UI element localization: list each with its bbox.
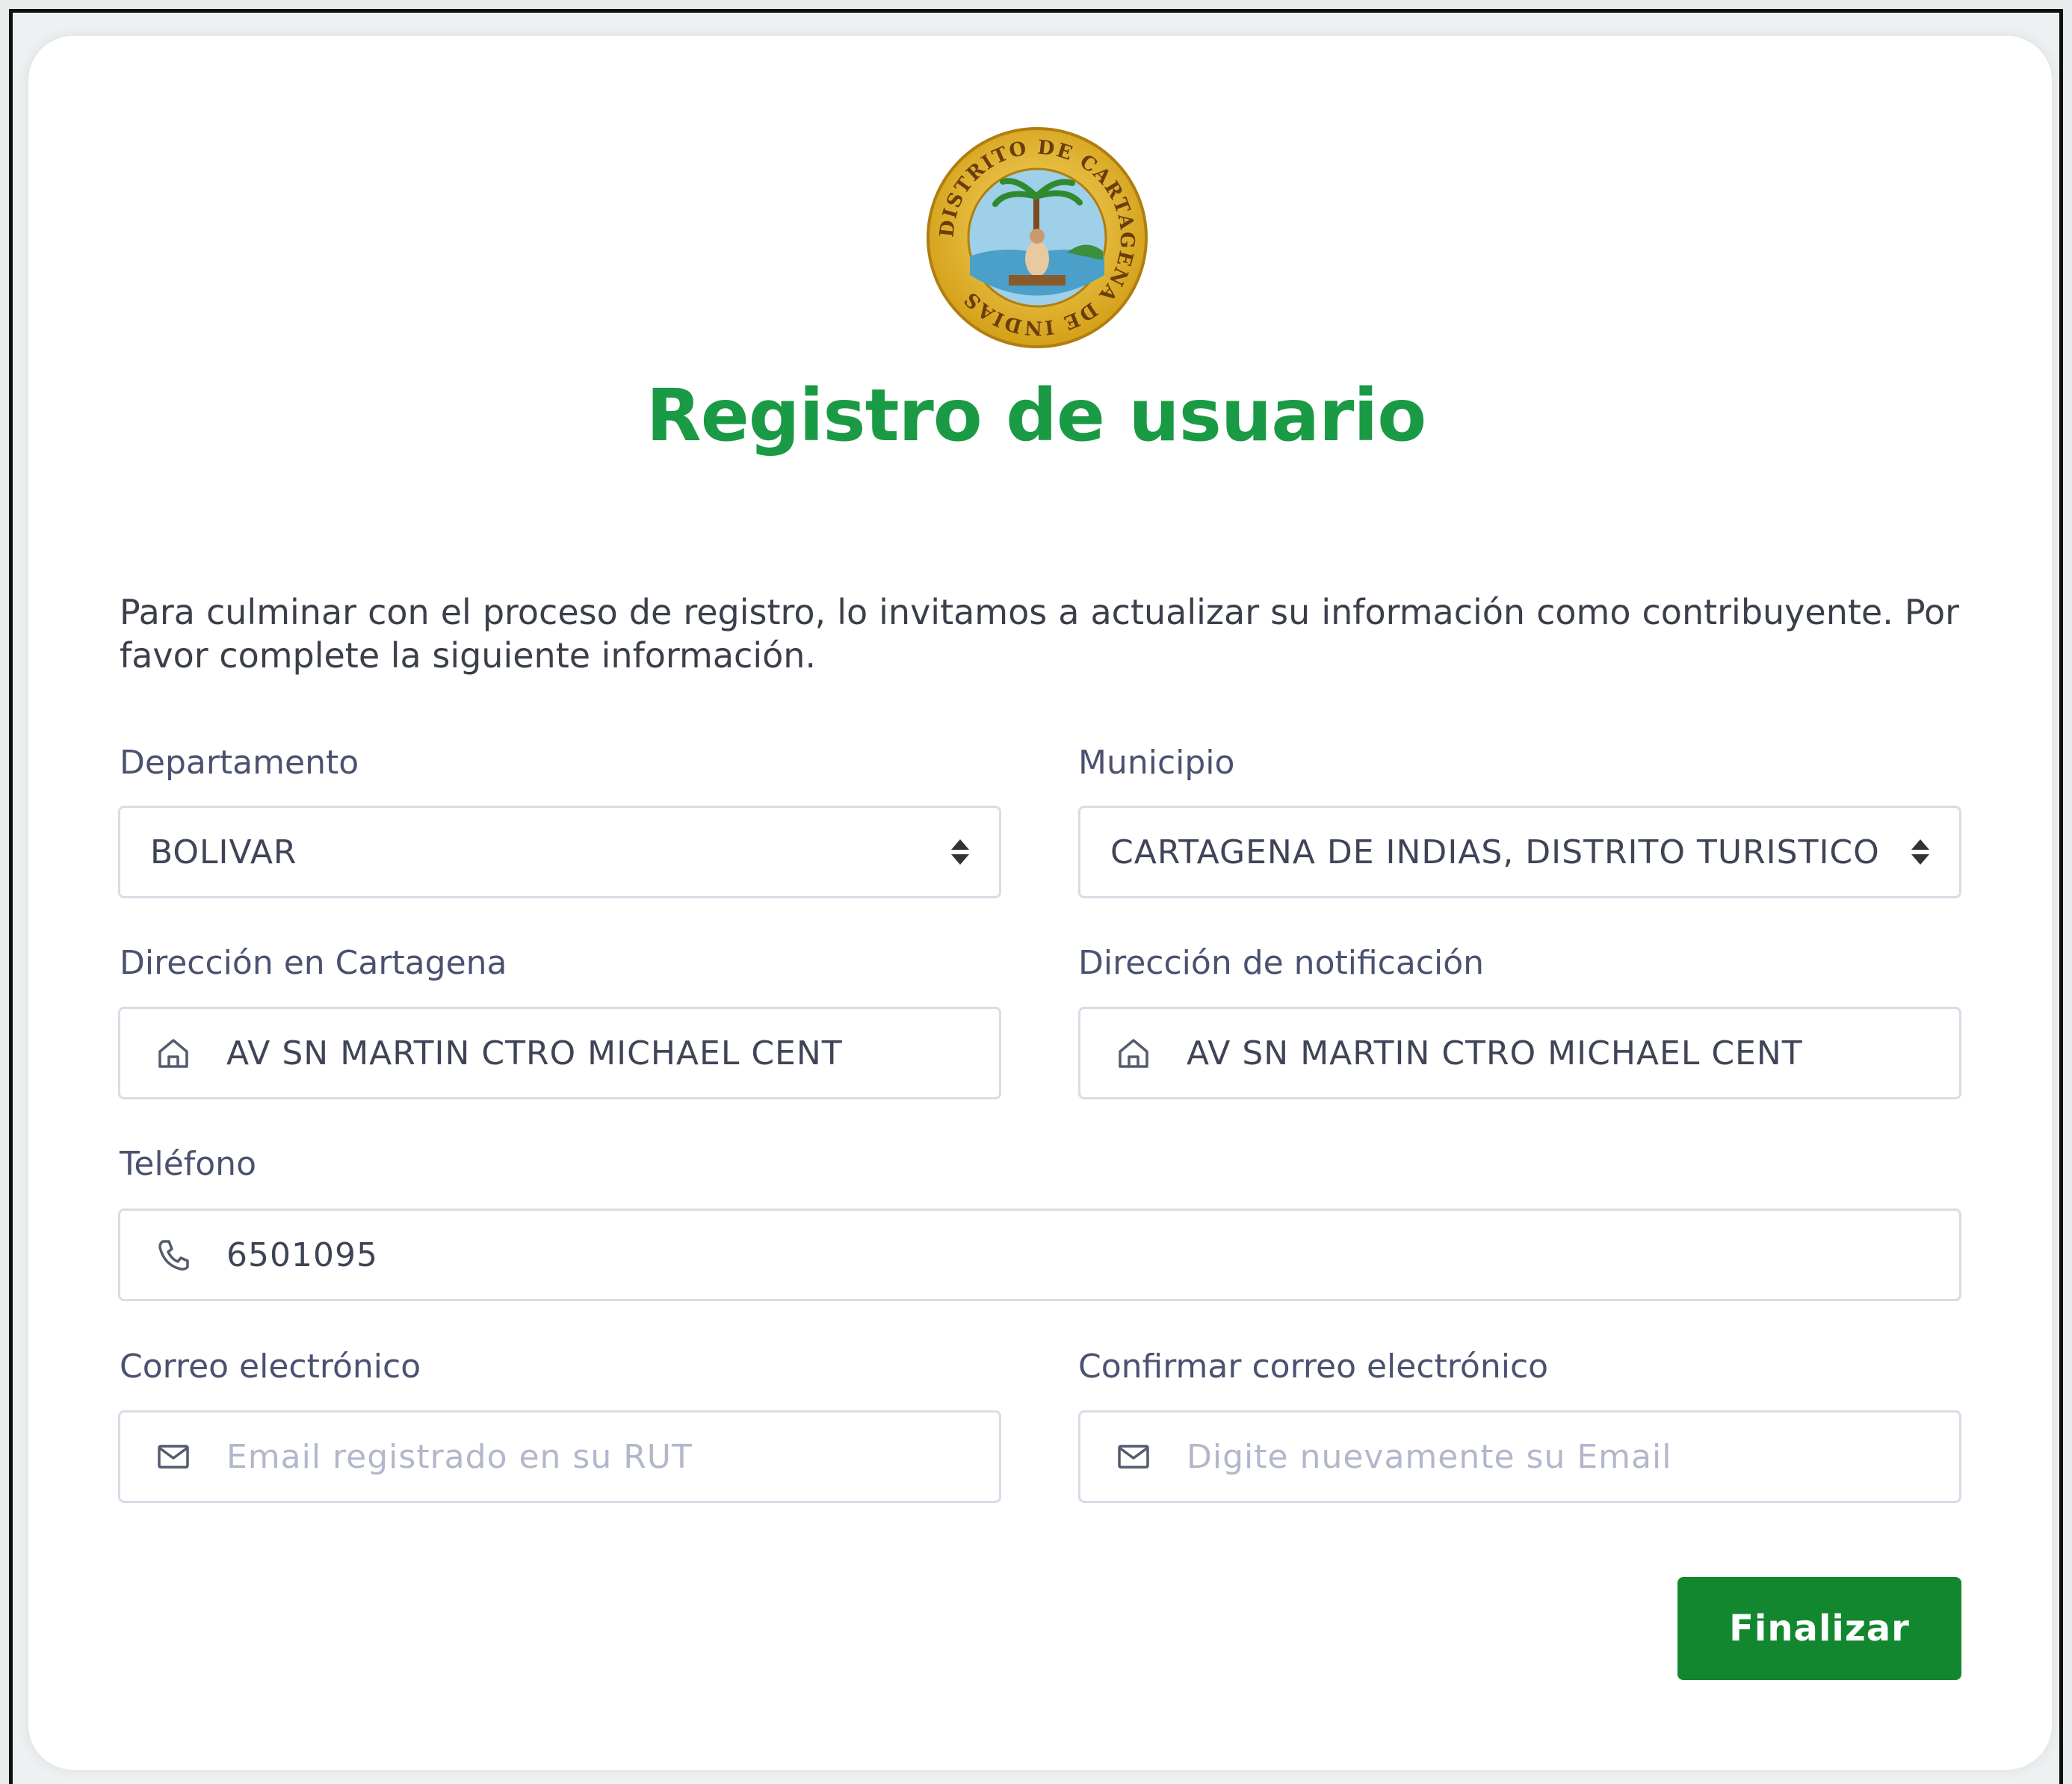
telefono-value: 6501095 xyxy=(226,1235,378,1274)
direccion-cartagena-input[interactable]: AV SN MARTIN CTRO MICHAEL CENT xyxy=(118,1007,1001,1099)
finalizar-button[interactable]: Finalizar xyxy=(1677,1577,1961,1680)
confirmar-correo-placeholder: Digite nuevamente su Email xyxy=(1187,1437,1672,1476)
direccion-notificacion-input[interactable]: AV SN MARTIN CTRO MICHAEL CENT xyxy=(1078,1007,1961,1099)
direccion-cartagena-value: AV SN MARTIN CTRO MICHAEL CENT xyxy=(226,1034,843,1072)
sort-arrows-icon xyxy=(945,838,975,866)
confirmar-correo-label: Confirmar correo electrónico xyxy=(1078,1348,1549,1386)
departamento-label: Departamento xyxy=(120,744,359,782)
direccion-notificacion-value: AV SN MARTIN CTRO MICHAEL CENT xyxy=(1187,1034,1803,1072)
direccion-cartagena-label: Dirección en Cartagena xyxy=(120,944,507,982)
sort-arrows-icon xyxy=(1905,838,1935,866)
direccion-notificacion-label: Dirección de notificación xyxy=(1078,944,1485,982)
telefono-label: Teléfono xyxy=(120,1145,256,1183)
departamento-select[interactable]: BOLIVAR xyxy=(118,806,1001,898)
intro-text: Para culminar con el proceso de registro… xyxy=(120,592,1959,676)
home-icon xyxy=(1113,1033,1154,1073)
correo-placeholder: Email registrado en su RUT xyxy=(226,1437,693,1476)
correo-input[interactable]: Email registrado en su RUT xyxy=(118,1410,1001,1503)
home-icon xyxy=(153,1033,194,1073)
municipio-select[interactable]: CARTAGENA DE INDIAS, DISTRITO TURISTICO xyxy=(1078,806,1961,898)
phone-icon xyxy=(153,1235,194,1275)
mail-icon xyxy=(153,1436,194,1477)
confirmar-correo-input[interactable]: Digite nuevamente su Email xyxy=(1078,1410,1961,1503)
correo-label: Correo electrónico xyxy=(120,1348,421,1386)
telefono-input[interactable]: 6501095 xyxy=(118,1209,1961,1301)
departamento-value: BOLIVAR xyxy=(150,833,297,871)
page-title: Registro de usuario xyxy=(646,374,1426,457)
municipio-value: CARTAGENA DE INDIAS, DISTRITO TURISTICO xyxy=(1110,833,1880,871)
cartagena-seal-logo: DISTRITO DE CARTAGENA DE INDIAS xyxy=(925,126,1149,350)
mail-icon xyxy=(1113,1436,1154,1477)
municipio-label: Municipio xyxy=(1078,744,1235,782)
